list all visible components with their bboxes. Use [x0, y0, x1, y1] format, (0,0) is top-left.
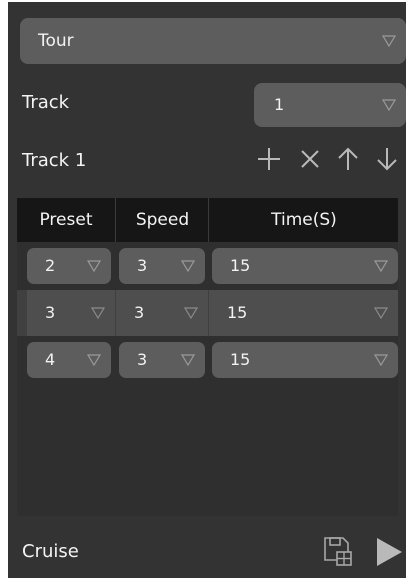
preset-select[interactable]: 2	[27, 248, 111, 284]
time-select[interactable]: 15	[212, 342, 398, 378]
preset-value: 4	[45, 350, 56, 369]
time-select[interactable]: 15	[209, 290, 398, 336]
speed-select[interactable]: 3	[119, 342, 205, 378]
speed-value: 3	[137, 350, 148, 369]
dropdown-arrow-icon	[91, 307, 105, 319]
preset-select[interactable]: 3	[27, 290, 115, 336]
time-value: 15	[230, 256, 251, 275]
table-row: 3 3 15	[17, 290, 398, 336]
table-row: 2 3 15	[17, 244, 398, 290]
speed-select[interactable]: 3	[119, 248, 205, 284]
tour-select-value: Tour	[38, 31, 74, 51]
arrow-up-icon[interactable]	[335, 146, 361, 172]
track-select[interactable]: 1	[254, 83, 406, 127]
play-icon[interactable]	[374, 536, 404, 568]
dropdown-arrow-icon	[87, 260, 101, 272]
dropdown-arrow-icon	[184, 307, 198, 319]
dropdown-arrow-icon	[382, 99, 396, 111]
speed-value: 3	[137, 256, 148, 275]
preset-value: 2	[45, 256, 56, 275]
preset-value: 3	[45, 303, 56, 322]
track-label: Track	[22, 92, 70, 113]
time-value: 15	[230, 350, 251, 369]
plus-icon[interactable]	[256, 146, 282, 172]
close-icon[interactable]	[297, 146, 323, 172]
save-icon[interactable]	[322, 535, 354, 567]
tour-select[interactable]: Tour	[20, 18, 406, 64]
table-header: Preset Speed Time(S)	[17, 198, 398, 242]
column-header-preset: Preset	[39, 210, 93, 230]
column-header-speed: Speed	[115, 198, 209, 242]
dropdown-arrow-icon	[374, 260, 388, 272]
table-row: 4 3 15	[17, 338, 398, 384]
dropdown-arrow-icon	[87, 354, 101, 366]
speed-value: 3	[134, 303, 145, 322]
track-select-value: 1	[274, 95, 285, 114]
dropdown-arrow-icon	[374, 354, 388, 366]
dropdown-arrow-icon	[181, 354, 195, 366]
time-value: 15	[227, 303, 248, 322]
preset-select[interactable]: 4	[27, 342, 111, 378]
dropdown-arrow-icon	[382, 35, 396, 47]
track-title: Track 1	[22, 150, 87, 171]
speed-select[interactable]: 3	[116, 290, 208, 336]
dropdown-arrow-icon	[374, 307, 388, 319]
cruise-label: Cruise	[22, 541, 79, 562]
dropdown-arrow-icon	[181, 260, 195, 272]
column-header-time: Time(S)	[208, 198, 399, 242]
arrow-down-icon[interactable]	[374, 146, 400, 172]
time-select[interactable]: 15	[212, 248, 398, 284]
track-table: Preset Speed Time(S) 2 3 15 3 3 15 4 3 1…	[17, 198, 398, 516]
